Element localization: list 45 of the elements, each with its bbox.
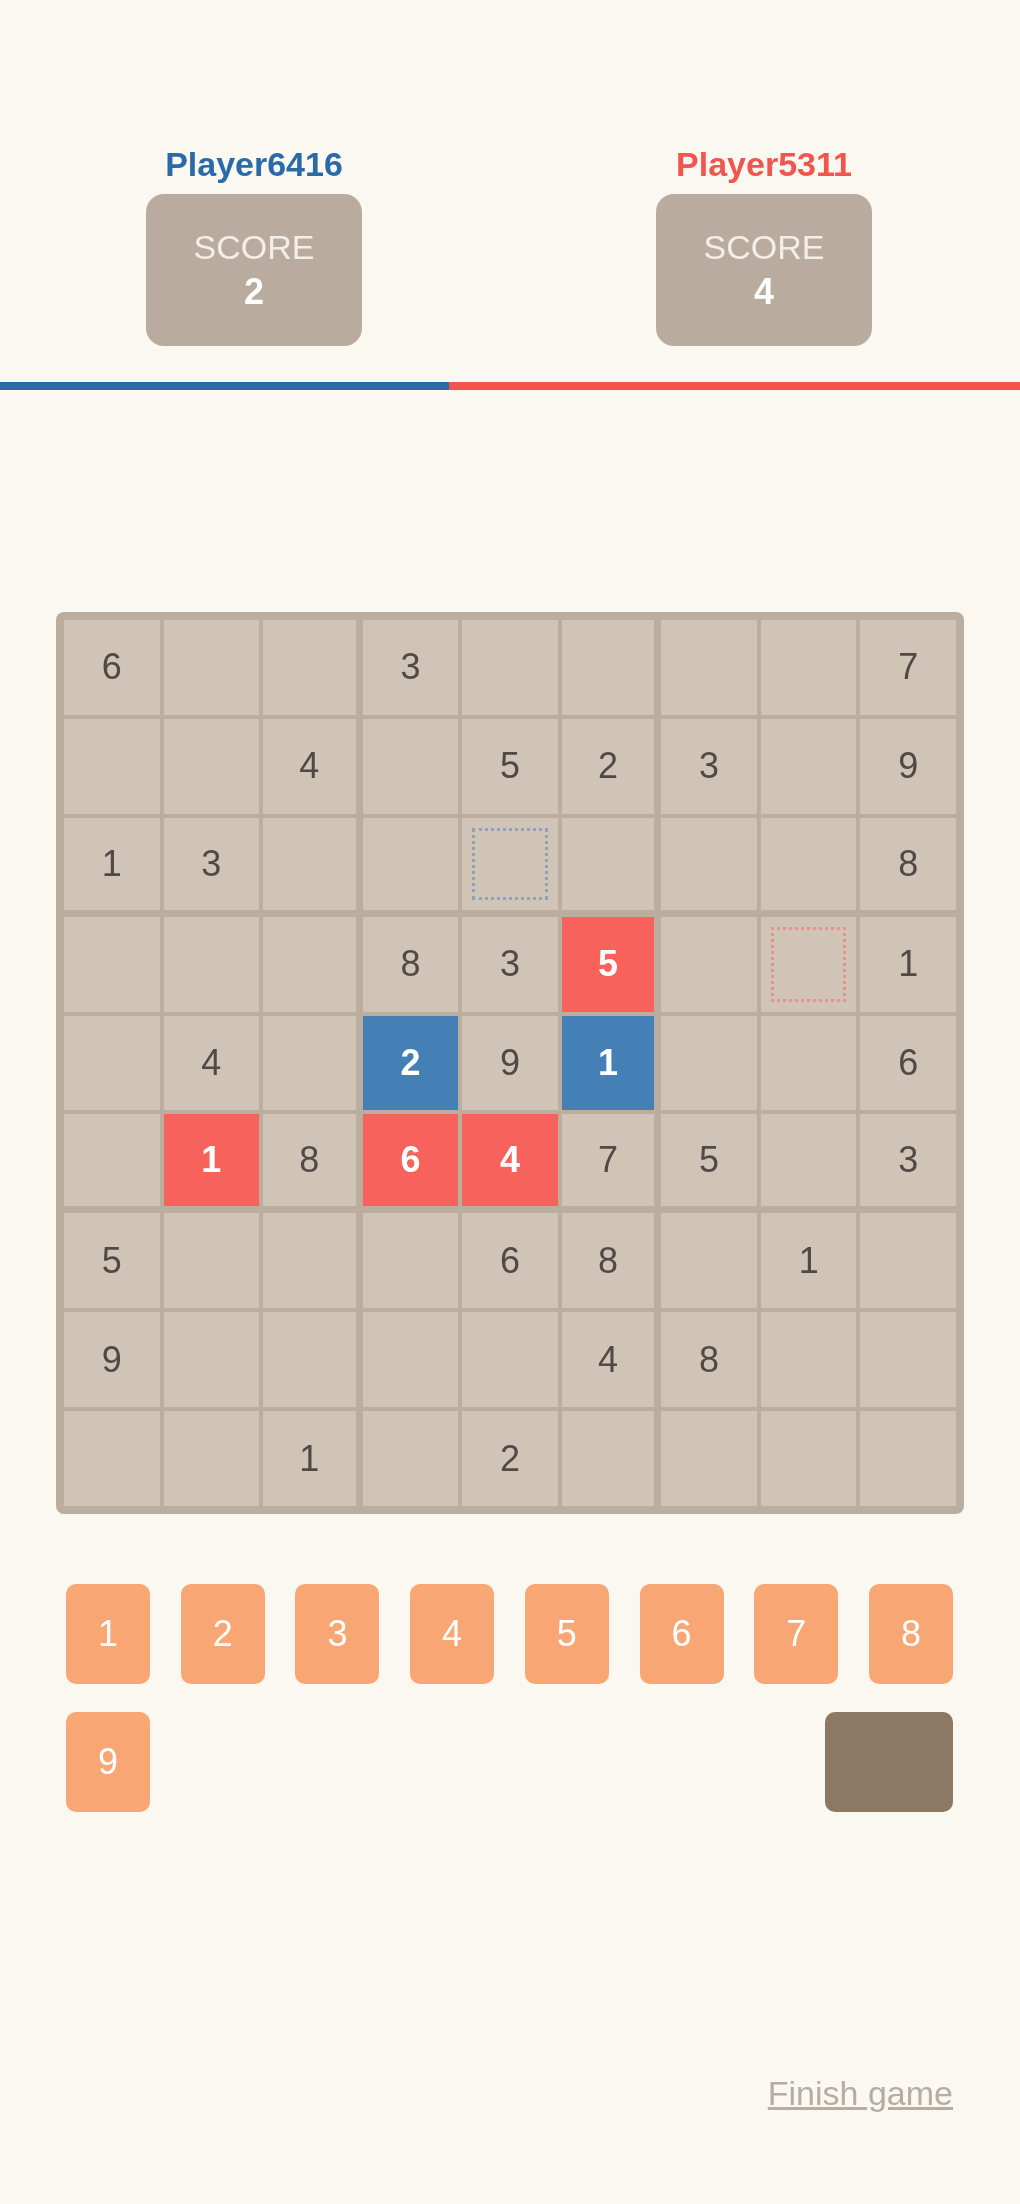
grid-cell[interactable]: 8 [860,817,956,910]
grid-cell[interactable]: 8 [661,1312,757,1408]
score-label: SCORE [703,227,825,267]
grid-cell[interactable]: 5 [661,1114,757,1207]
player-name: Player6416 [165,145,343,184]
grid-cell[interactable]: 6 [462,1213,558,1309]
grid-cell[interactable]: 2 [561,718,655,814]
grid-cell[interactable]: 4 [561,1312,655,1408]
player-name: Player5311 [676,145,852,184]
grid-cell[interactable]: 9 [462,1015,558,1111]
grid-cell[interactable]: 3 [362,620,459,715]
grid-cell[interactable]: 7 [860,620,956,715]
dark-key-button[interactable] [824,1712,953,1812]
grid-cell[interactable]: 5 [64,1213,160,1309]
grid-cell[interactable]: 8 [362,916,459,1012]
grid-cell[interactable]: 1 [64,817,160,910]
score-label: SCORE [193,227,315,267]
grid-cell[interactable]: 6 [64,620,160,715]
grid-cell[interactable]: 9 [860,718,956,814]
grid-cell[interactable]: 4 [163,1015,260,1111]
grid-cell[interactable]: 1 [860,916,956,1012]
score-value: 4 [754,270,774,313]
grid-cell[interactable]: 9 [64,1312,160,1408]
grid-cell[interactable]: 1 [163,1114,260,1207]
grid-cell[interactable]: 2 [362,1015,459,1111]
grid-cell[interactable]: 4 [462,1114,558,1207]
grid-cell[interactable]: 8 [263,1114,356,1207]
grid-cell[interactable]: 8 [561,1213,655,1309]
grid-cell[interactable]: 5 [462,718,558,814]
grid-cell[interactable]: 2 [462,1411,558,1506]
grid-cell[interactable]: 6 [362,1114,459,1207]
grid-cell[interactable]: 4 [263,718,356,814]
score-value: 2 [244,270,264,313]
grid-cell[interactable] [462,817,558,910]
grid-cell[interactable]: 1 [263,1411,356,1506]
grid-cell[interactable]: 3 [860,1114,956,1207]
grid-cell[interactable] [760,916,857,1012]
grid-cell[interactable]: 3 [163,817,260,910]
grid-cell[interactable]: 5 [561,916,655,1012]
grid-cell[interactable]: 6 [860,1015,956,1111]
grid-cell[interactable]: 3 [661,718,757,814]
grid-cell[interactable]: 7 [561,1114,655,1207]
grid-cell[interactable]: 3 [462,916,558,1012]
grid-cell[interactable]: 1 [561,1015,655,1111]
grid-cell[interactable]: 1 [760,1213,857,1309]
